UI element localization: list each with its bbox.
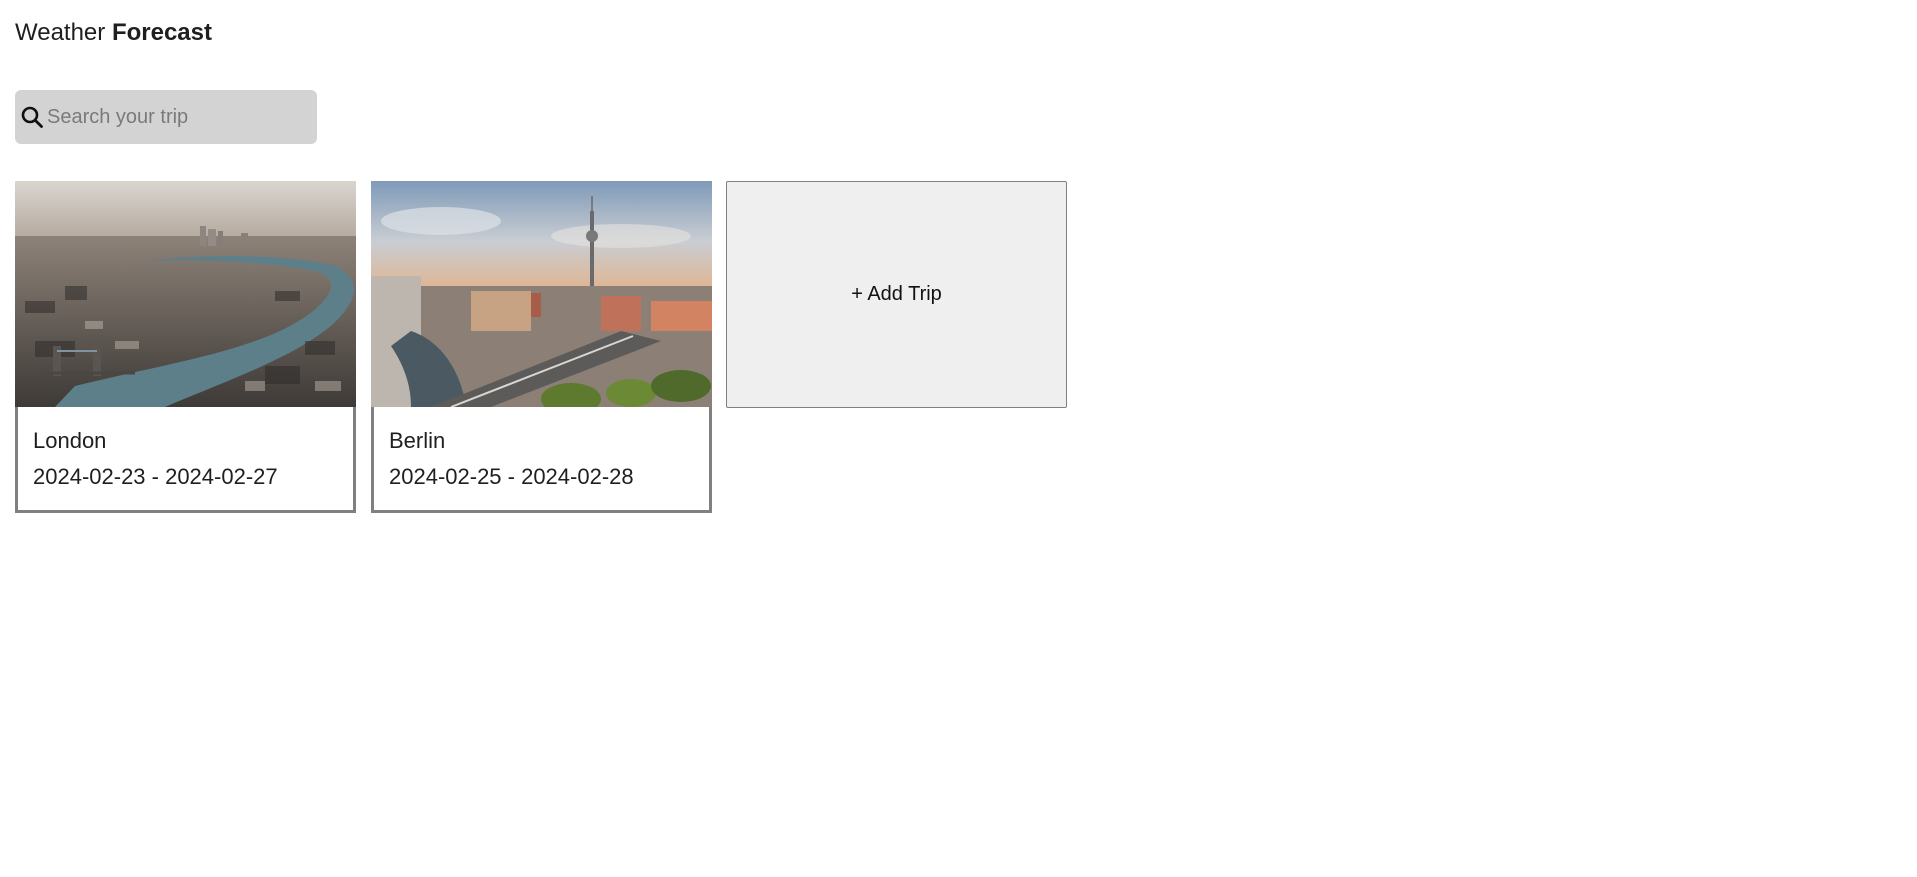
- search-bar[interactable]: [15, 90, 317, 144]
- trip-city: Berlin: [389, 428, 446, 453]
- trip-dates: 2024-02-23 - 2024-02-27: [33, 464, 278, 489]
- trip-dates: 2024-02-25 - 2024-02-28: [389, 464, 634, 489]
- search-icon: [17, 102, 47, 132]
- app-root: Weather Forecast Search your trip London…: [0, 0, 1917, 877]
- trip-info-berlin: Berlin 2024-02-25 - 2024-02-28: [374, 407, 709, 491]
- add-trip-button[interactable]: + Add Trip: [726, 181, 1067, 408]
- trip-card-berlin[interactable]: Berlin 2024-02-25 - 2024-02-28: [371, 181, 712, 513]
- search-input[interactable]: [47, 97, 297, 137]
- page-title: Weather Forecast: [15, 18, 212, 48]
- trip-photo-london: [15, 181, 356, 407]
- trip-info-london: London 2024-02-23 - 2024-02-27: [18, 407, 353, 491]
- title-plain: Weather: [15, 19, 106, 46]
- trip-photo-berlin: [371, 181, 712, 407]
- trip-city: London: [33, 428, 107, 453]
- title-bold: Forecast: [111, 19, 212, 46]
- trip-card-london[interactable]: London 2024-02-23 - 2024-02-27: [15, 181, 356, 513]
